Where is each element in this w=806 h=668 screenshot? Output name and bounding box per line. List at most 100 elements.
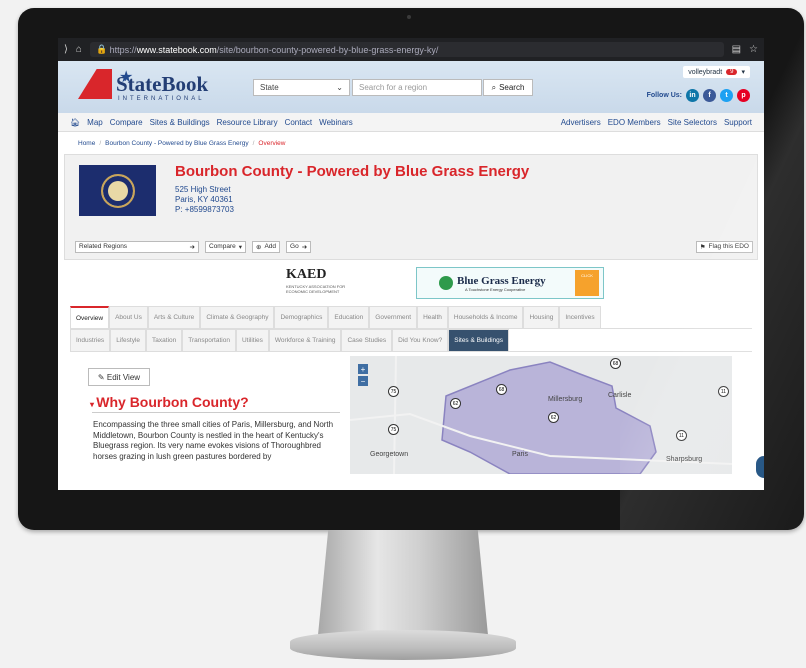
tab-taxation[interactable]: Taxation [146,329,183,351]
nav-webinars[interactable]: Webinars [319,118,353,127]
nav-compare[interactable]: Compare [110,118,143,127]
edit-view-button[interactable]: ✎ Edit View [88,368,150,386]
zoom-in-button[interactable]: + [358,364,368,374]
reader-icon[interactable]: ▤ [732,44,741,55]
bge-logo-icon [439,276,453,290]
flag-edo-button[interactable]: ⚑ Flag this EDO [695,240,753,253]
route-shield: 11 [718,386,729,397]
star-icon[interactable]: ☆ [749,44,758,55]
nav-right: Advertisers EDO Members Site Selectors S… [561,118,752,127]
map-label-georgetown: Georgetown [370,451,409,458]
sponsors: KAED KENTUCKY ASSOCIATION FOR ECONOMIC D… [58,260,764,306]
blue-grass-energy-ad[interactable]: Blue Grass Energy A Touchstone Energy Co… [416,267,604,299]
breadcrumb: Home / Bourbon County - Powered by Blue … [58,132,764,154]
state-select[interactable]: State ⌄ [253,79,350,96]
tab-education[interactable]: Education [328,306,370,328]
tab-did-you-know[interactable]: Did You Know? [392,329,449,351]
breadcrumb-separator: / [252,139,255,147]
back-icon[interactable]: ⟩ [64,44,68,55]
edit-icon: ✎ [97,372,107,382]
facebook-icon[interactable]: f [703,89,716,102]
tab-workforce-training[interactable]: Workforce & Training [268,329,342,351]
chat-widget-icon[interactable] [756,456,764,478]
tab-sites-buildings[interactable]: Sites & Buildings [448,329,510,351]
divider [92,412,340,413]
search-label: Search [499,83,525,92]
county-map[interactable]: + − Georgetown Paris Millersburg Carlisl… [350,356,732,474]
related-regions-select[interactable]: Related Regions ➜ [75,240,199,253]
section-heading: ▾ Why Bourbon County? [90,394,249,410]
tab-case-studies[interactable]: Case Studies [341,329,393,351]
screen: ⟩ ⌂ 🔒 https://www.statebook.com/site/bou… [58,38,764,490]
site-header: ★ StateBook INTERNATIONAL State ⌄ Search… [58,61,764,113]
add-label: Add [264,243,277,250]
tab-arts-culture[interactable]: Arts & Culture [147,306,201,328]
state-select-value: State [260,83,279,92]
nav-edo-members[interactable]: EDO Members [608,118,661,127]
linkedin-icon[interactable]: in [686,89,699,102]
tab-demographics[interactable]: Demographics [274,306,329,328]
flag-edo-label: Flag this EDO [708,243,749,250]
tab-climate-geography[interactable]: Climate & Geography [200,306,275,328]
kentucky-flag-image [79,165,156,216]
nav-support[interactable]: Support [724,118,752,127]
add-button[interactable]: ⊕ Add [252,240,281,253]
chevron-down-icon: ⌄ [336,83,343,92]
flag-icon: ⚑ [699,243,706,251]
home-nav-icon[interactable]: 🏠︎ [70,118,80,127]
kaed-logo[interactable]: KAED [286,267,326,283]
region-search-input[interactable]: Search for a region [352,79,482,96]
go-label: Go [290,243,299,250]
notification-badge[interactable]: 9 [726,69,738,75]
nav-sites-buildings[interactable]: Sites & Buildings [150,118,210,127]
camera-icon [407,15,411,19]
bge-click-badge[interactable]: CLICK [575,270,599,296]
phone-number[interactable]: P: +8599873703 [175,205,234,215]
tab-overview[interactable]: Overview [70,306,110,328]
nav-advertisers[interactable]: Advertisers [561,118,601,127]
breadcrumb-parent[interactable]: Bourbon County - Powered by Blue Grass E… [105,140,248,147]
tab-lifestyle[interactable]: Lifestyle [110,329,147,351]
tab-government[interactable]: Government [369,306,418,328]
map-label-carlisle: Carlisle [608,392,632,399]
map-label-paris: Paris [512,451,528,458]
arrow-circle-icon: ➜ [189,243,195,251]
tab-health[interactable]: Health [417,306,448,328]
nav-site-selectors[interactable]: Site Selectors [668,118,717,127]
user-menu[interactable]: volleybradt 9 ▾ [683,66,750,78]
go-button[interactable]: Go ➜ [286,240,312,253]
breadcrumb-home[interactable]: Home [78,140,95,147]
tab-transportation[interactable]: Transportation [182,329,236,351]
pinterest-icon[interactable]: p [737,89,750,102]
tab-housing[interactable]: Housing [523,306,560,328]
lock-icon: 🔒 [95,44,110,54]
nav-resource-library[interactable]: Resource Library [217,118,278,127]
search-button[interactable]: ⌕ Search [483,79,533,96]
logo-star-icon: ★ [119,69,134,86]
tab-row-2: Industries Lifestyle Taxation Transporta… [70,329,752,352]
map-label-millersburg: Millersburg [548,396,583,403]
nav-map[interactable]: Map [87,118,103,127]
caret-down-icon: ▾ [238,243,242,251]
kaed-subtitle: KENTUCKY ASSOCIATION FOR ECONOMIC DEVELO… [286,284,346,294]
tab-households-income[interactable]: Households & Income [447,306,524,328]
section-heading-text: Why Bourbon County? [96,394,249,410]
tab-incentives[interactable]: Incentives [559,306,601,328]
follow-label: Follow Us: [646,92,682,99]
address-city: Paris, KY 40361 [175,195,233,204]
tab-industries[interactable]: Industries [70,329,111,351]
tab-about-us[interactable]: About Us [109,306,148,328]
breadcrumb-separator: / [99,139,102,147]
profile-tools: Related Regions ➜ Compare ▾ ⊕ Add Go ➜ ⚑ [75,240,753,253]
map-label-sharpsburg: Sharpsburg [666,456,703,463]
tab-utilities[interactable]: Utilities [235,329,269,351]
statebook-logo[interactable]: ★ StateBook INTERNATIONAL [78,69,208,102]
route-shield: 68 [496,384,507,395]
address-bar[interactable]: 🔒 https://www.statebook.com/site/bourbon… [89,42,724,57]
home-icon[interactable]: ⌂ [76,44,82,55]
nav-contact[interactable]: Contact [285,118,313,127]
url-path: /site/bourbon-county-powered-by-blue-gra… [216,44,439,55]
twitter-icon[interactable]: t [720,89,733,102]
zoom-out-button[interactable]: − [358,376,368,386]
compare-dropdown[interactable]: Compare ▾ [205,240,246,253]
